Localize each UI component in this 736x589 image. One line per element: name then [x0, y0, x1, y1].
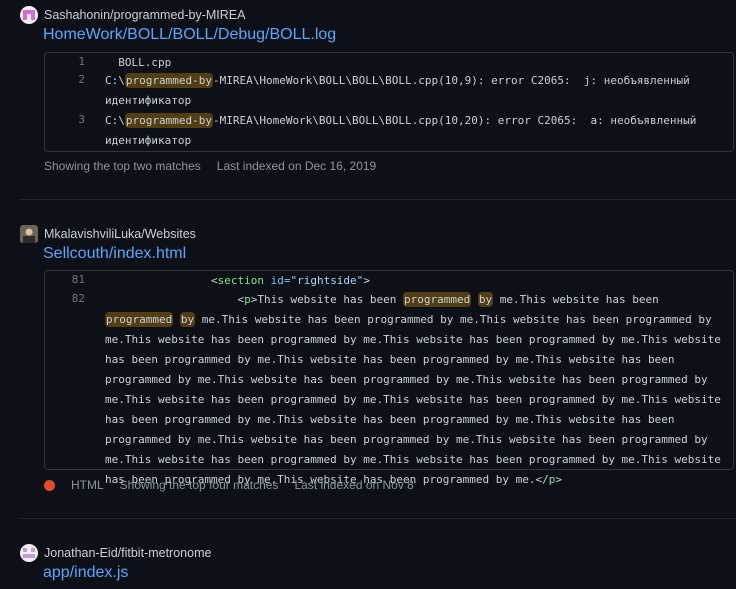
line-number[interactable]: 2 [45, 73, 85, 86]
match-highlight: programmed-by [124, 113, 213, 128]
repo-avatar[interactable] [20, 544, 38, 562]
repo-name[interactable]: Jonathan-Eid/fitbit-metronome [44, 546, 211, 560]
code-text: <section id="rightside"> [105, 271, 725, 291]
code-fragment [471, 293, 478, 306]
code-fragment: C:\ [105, 74, 125, 87]
code-line: 82 <p>This website has been programmed b… [45, 290, 733, 486]
divider [20, 199, 736, 200]
repo-line: MkalavishviliLuka/Websites [20, 224, 196, 244]
code-text: BOLL.cpp [105, 56, 172, 69]
html-tag: section [217, 274, 264, 287]
match-count: Showing the top two matches [44, 159, 201, 173]
result-meta: Showing the top two matches Last indexed… [44, 159, 392, 173]
code-text: C:\programmed-by-MIREA\HomeWork\BOLL\BOL… [105, 111, 725, 151]
divider [20, 518, 736, 519]
repo-avatar[interactable] [20, 6, 38, 24]
html-string: "rightside" [290, 274, 364, 287]
line-number[interactable]: 81 [45, 273, 85, 286]
file-link[interactable]: app/index.js [43, 564, 128, 582]
language-color-dot [44, 479, 55, 491]
html-attr: id= [263, 274, 291, 287]
code-snippet: 81 <section id="rightside"> 82 < p > This w… [44, 270, 734, 486]
language: HTML [44, 478, 104, 492]
match-highlight: by [179, 312, 196, 327]
code-line: 2 C:\programmed-by-MIREA\HomeWork\BOLL\B… [45, 71, 733, 111]
code-line: 81 <section id="rightside"> [45, 271, 733, 291]
match-highlight: programmed [403, 292, 472, 307]
file-link[interactable]: Sellcouth/index.html [43, 245, 186, 263]
repo-line: Sashahonin/programmed-by-MIREA [20, 5, 245, 25]
match-highlight: by [477, 292, 494, 307]
repo-line: Jonathan-Eid/fitbit-metronome [20, 543, 211, 563]
code-punct: > [555, 473, 562, 486]
code-fragment: This website has been [257, 293, 404, 306]
repo-name[interactable]: Sashahonin/programmed-by-MIREA [44, 8, 245, 22]
code-snippet: 1 BOLL.cpp 2 C:\programmed-by-MIREA\Home… [44, 52, 734, 152]
code-fragment: me.This website has been [493, 293, 666, 306]
code-line: 3 C:\programmed-by-MIREA\HomeWork\BOLL\B… [45, 111, 733, 151]
last-indexed: Last indexed on Dec 16, 2019 [216, 159, 377, 173]
code-text: C:\programmed-by-MIREA\HomeWork\BOLL\BOL… [105, 71, 725, 111]
code-fragment: C:\ [105, 114, 125, 127]
line-number[interactable]: 1 [45, 55, 85, 68]
match-highlight: programmed [105, 312, 174, 327]
code-line: 1 BOLL.cpp [45, 53, 733, 73]
code-punct: </ [535, 473, 549, 486]
line-number[interactable]: 3 [45, 113, 85, 126]
code-text: <p>This website has been programmed by m… [105, 290, 725, 490]
file-link[interactable]: HomeWork/BOLL/BOLL/Debug/BOLL.log [43, 26, 336, 44]
repo-name[interactable]: MkalavishviliLuka/Websites [44, 227, 196, 241]
code-fragment [173, 313, 180, 326]
line-number[interactable]: 82 [45, 292, 85, 305]
code-punct: < [210, 274, 218, 287]
code-fragment: me.This website has been programmed by m… [105, 313, 728, 486]
repo-avatar[interactable] [20, 225, 38, 243]
match-highlight: programmed-by [124, 73, 213, 88]
last-indexed: Last indexed on Nov 8 [294, 478, 414, 492]
match-count: Showing the top four matches [119, 478, 279, 492]
result-meta: HTML Showing the top four matches Last i… [44, 478, 430, 492]
language-label: HTML [71, 478, 104, 492]
html-tag: p [244, 293, 251, 306]
code-punct: > [363, 274, 370, 287]
